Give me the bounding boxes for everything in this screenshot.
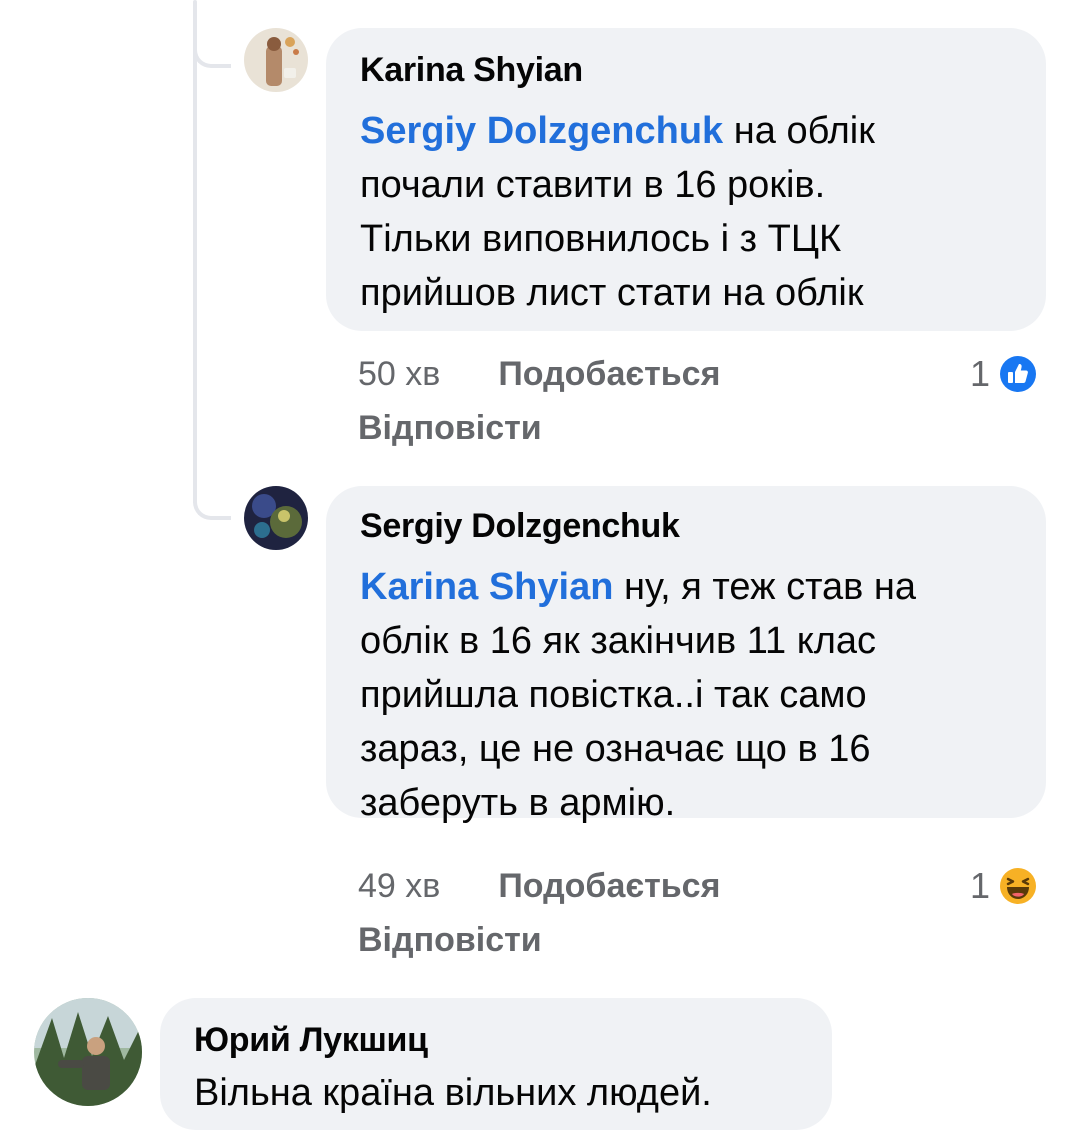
comment-bubble: Karina Shyian Sergiy Dolzgenchuk на облі… [326, 28, 1046, 331]
haha-reaction-icon [996, 864, 1040, 908]
reply-button[interactable]: Відповісти [358, 920, 542, 960]
reaction-summary[interactable]: 1 [970, 864, 1040, 908]
comment-text: Sergiy Dolzgenchuk на облік почали стави… [360, 110, 875, 314]
mention-link[interactable]: Karina Shyian [360, 566, 613, 608]
mention-link[interactable]: Sergiy Dolzgenchuk [360, 110, 723, 152]
comment-author[interactable]: Юрий Лукшиц [194, 1020, 832, 1060]
comment-text: Karina Shyian ну, я теж став на облік в … [360, 566, 917, 824]
reply-thread-branch [193, 482, 231, 520]
reply-button[interactable]: Відповісти [358, 408, 542, 448]
avatar-yuriy-lukshyts[interactable] [34, 998, 142, 1106]
comment-meta: 50 хв Подобається [358, 354, 720, 394]
avatar-karina-shyian[interactable] [244, 28, 308, 92]
comment-text: Вільна країна вільних людей. [194, 1072, 712, 1114]
comment-author[interactable]: Karina Shyian [360, 50, 1046, 90]
reaction-count: 1 [970, 865, 991, 906]
comment-timestamp[interactable]: 50 хв [358, 355, 440, 393]
comment-bubble: Sergiy Dolzgenchuk Karina Shyian ну, я т… [326, 486, 1046, 824]
comment-bubble: Юрий Лукшиц Вільна країна вільних людей. [160, 998, 832, 1130]
comment-timestamp[interactable]: 49 хв [358, 867, 440, 905]
like-button[interactable]: Подобається [498, 867, 720, 905]
avatar-sergiy-dolzgenchuk[interactable] [244, 486, 308, 550]
comment-meta: 49 хв Подобається [358, 866, 720, 906]
like-reaction-icon [996, 352, 1040, 396]
reaction-count: 1 [970, 353, 991, 394]
reaction-summary[interactable]: 1 [970, 352, 1040, 396]
reply-thread-branch [193, 30, 231, 68]
like-button[interactable]: Подобається [498, 355, 720, 393]
reply-thread-line [193, 0, 197, 504]
comment-author[interactable]: Sergiy Dolzgenchuk [360, 506, 1046, 546]
